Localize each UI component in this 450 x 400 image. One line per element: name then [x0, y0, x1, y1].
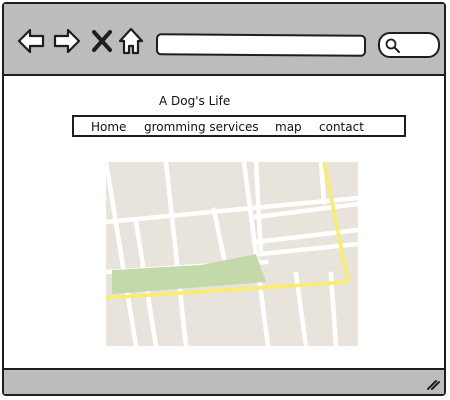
site-title: A Dog's Life — [159, 94, 231, 108]
nav-contact-link[interactable]: contact — [319, 120, 364, 134]
browser-status-bar — [4, 368, 444, 394]
browser-window: A Dog's Life Home gromming services map … — [2, 2, 446, 396]
forward-arrow-icon[interactable] — [52, 26, 82, 56]
resize-grip-icon[interactable] — [426, 378, 440, 390]
street-map-image — [106, 162, 358, 346]
nav-home-link[interactable]: Home — [91, 120, 126, 134]
main-navigation: Home gromming services map contact — [72, 115, 406, 137]
magnifier-icon — [385, 38, 400, 53]
browser-search-field[interactable] — [378, 32, 440, 58]
nav-map-link[interactable]: map — [275, 120, 302, 134]
browser-toolbar — [4, 4, 444, 76]
address-bar[interactable] — [155, 33, 367, 57]
nav-grooming-services-link[interactable]: gromming services — [144, 120, 259, 134]
back-arrow-icon[interactable] — [16, 26, 46, 56]
home-icon[interactable] — [116, 26, 146, 56]
